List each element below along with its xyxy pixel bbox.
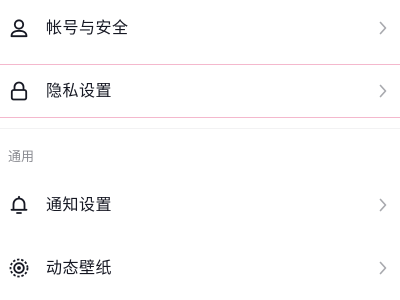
settings-item-live-wallpaper[interactable]: 动态壁纸 xyxy=(0,240,400,296)
live-wallpaper-icon xyxy=(8,257,30,279)
settings-item-notifications[interactable]: 通知设置 xyxy=(0,178,400,232)
bell-icon xyxy=(8,194,30,216)
settings-item-label: 动态壁纸 xyxy=(46,258,113,277)
settings-item-label: 通知设置 xyxy=(46,195,113,214)
settings-item-privacy[interactable]: 隐私设置 xyxy=(0,64,400,118)
settings-item-label: 帐号与安全 xyxy=(46,18,129,37)
chevron-right-icon xyxy=(378,83,388,99)
chevron-right-icon xyxy=(378,20,388,36)
chevron-right-icon xyxy=(378,197,388,213)
lock-icon xyxy=(8,80,30,102)
settings-item-label: 隐私设置 xyxy=(46,81,113,100)
settings-item-account-security[interactable]: 帐号与安全 xyxy=(0,0,400,56)
person-icon xyxy=(8,17,30,39)
section-divider xyxy=(0,128,400,129)
section-title-general: 通用 xyxy=(8,150,35,165)
chevron-right-icon xyxy=(378,260,388,276)
